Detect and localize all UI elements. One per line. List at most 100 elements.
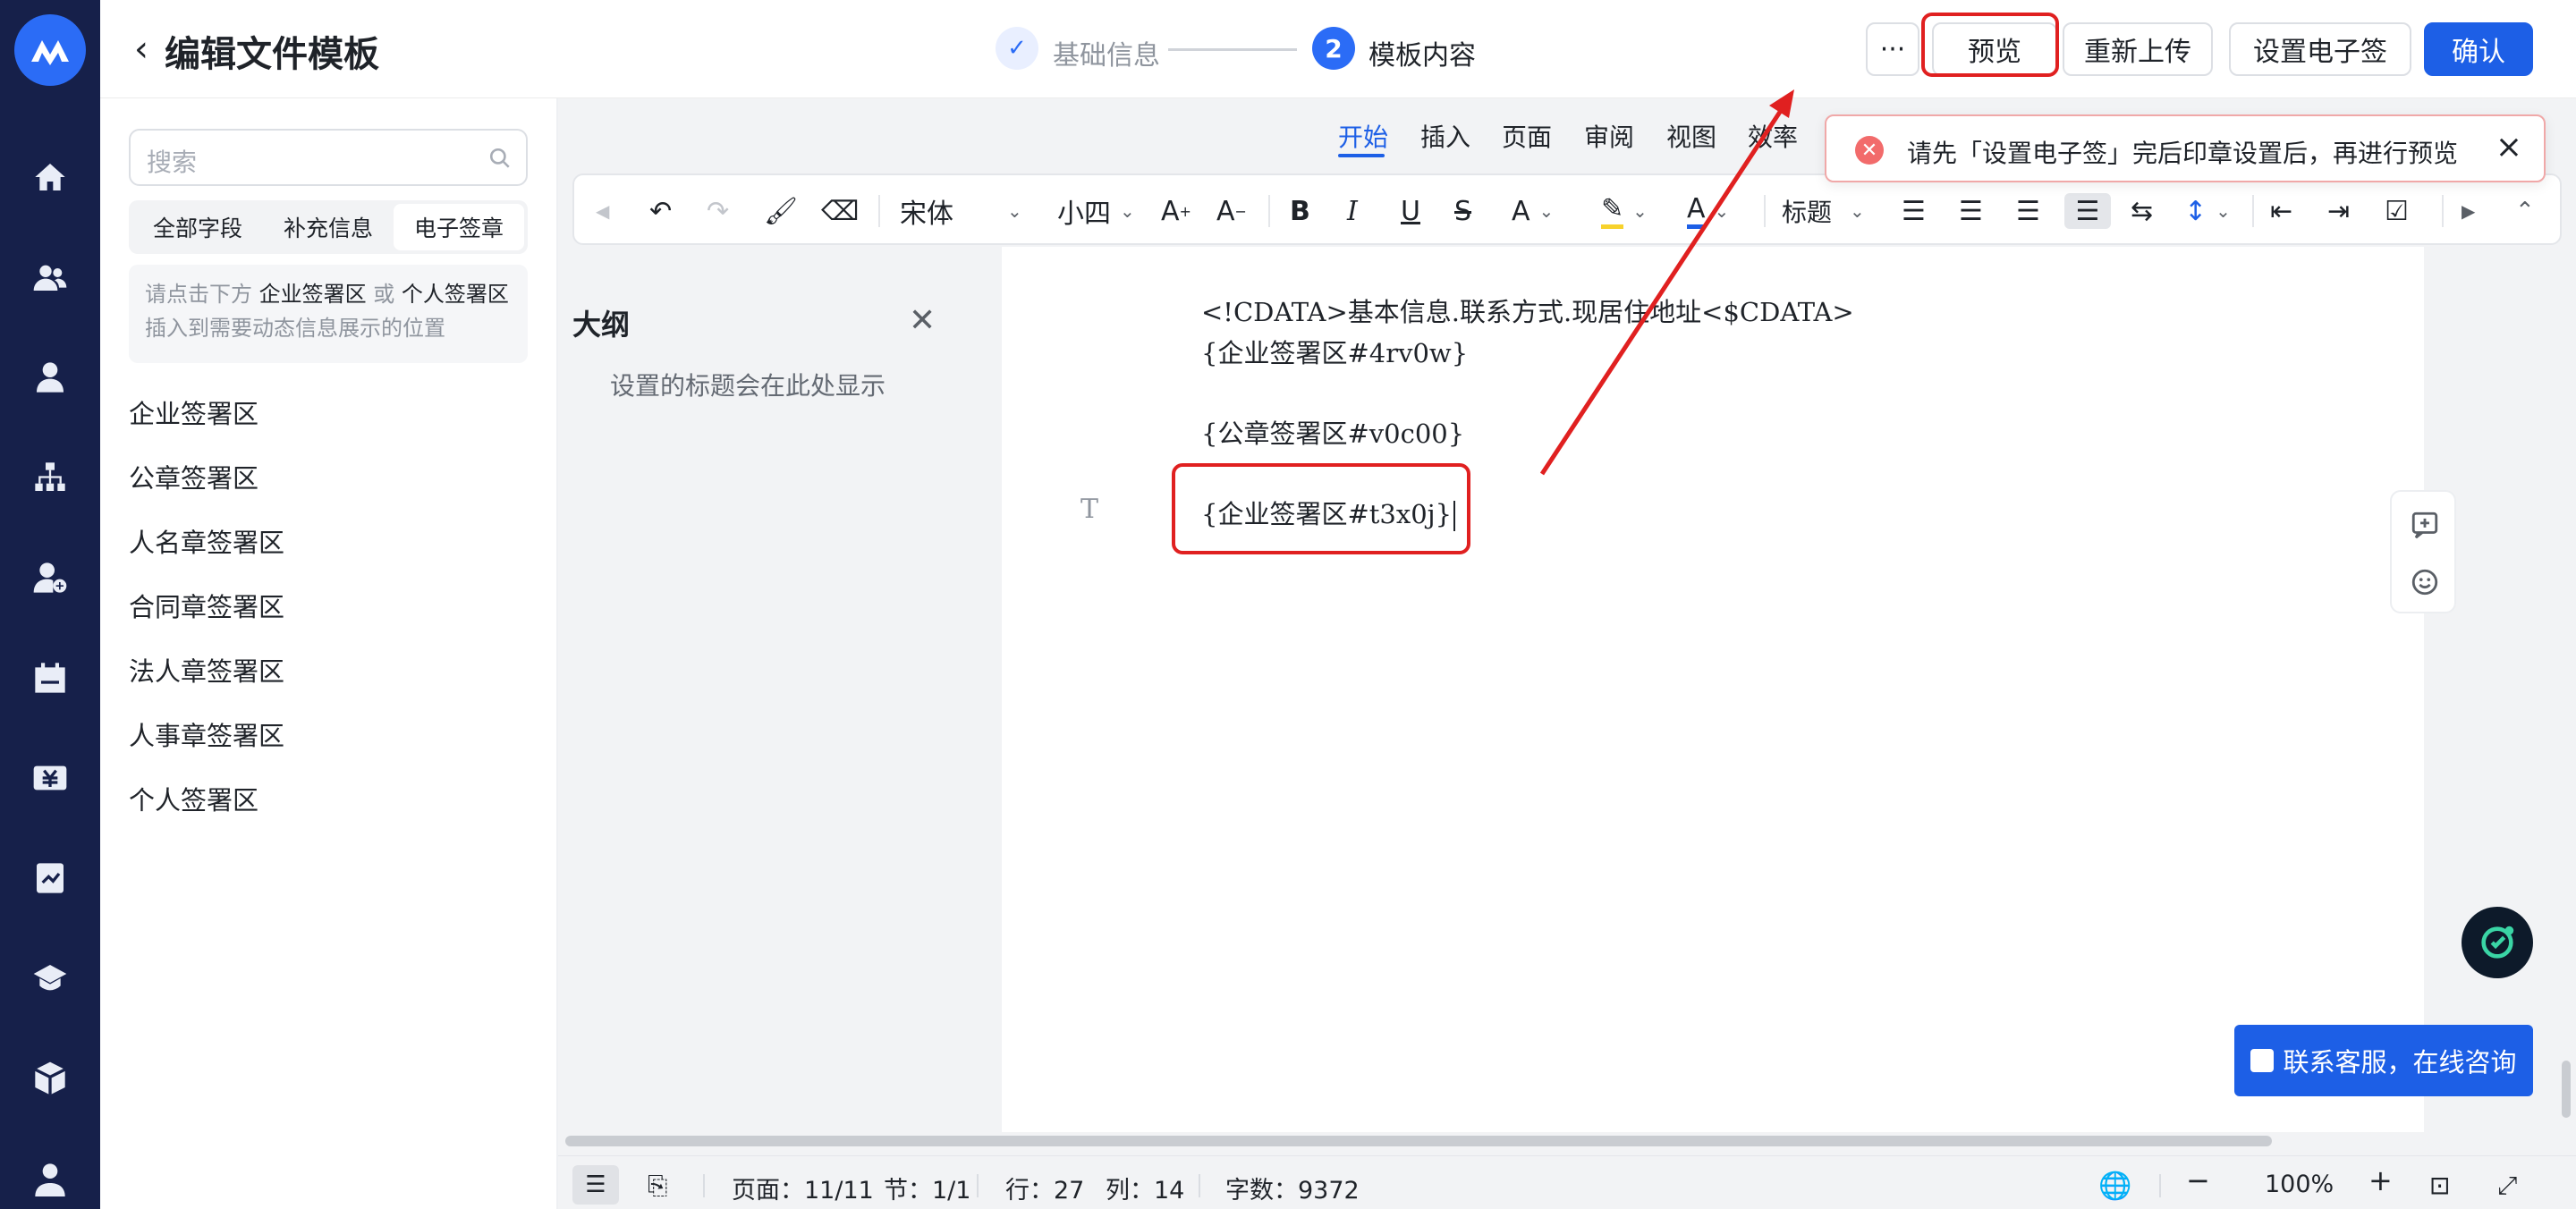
report-icon[interactable] [0, 850, 100, 907]
salary-icon[interactable] [0, 749, 100, 807]
ai-icon [2481, 926, 2514, 959]
highlight-color-icon[interactable]: ✎ ⌄ [1601, 193, 1648, 229]
tab-start[interactable]: 开始 [1338, 118, 1388, 154]
step-number: 2 [1312, 27, 1355, 70]
highlight-preview-box [1921, 13, 2059, 77]
scroll-left-icon[interactable]: ◀ [596, 193, 609, 229]
close-icon[interactable]: × [2496, 129, 2522, 165]
zoom-level[interactable]: 100% [2265, 1171, 2334, 1198]
doc-line[interactable]: <!CDATA>基本信息.联系方式.现居住地址<$CDATA> [1201, 292, 1854, 329]
increase-indent-icon[interactable]: ⇥ [2327, 193, 2350, 229]
calendar-icon[interactable] [0, 649, 100, 706]
word-count: 字数：9372 [1225, 1177, 1360, 1205]
support-button[interactable]: 联系客服，在线咨询 [2234, 1025, 2533, 1096]
divider [1764, 195, 1766, 227]
align-center-icon[interactable]: ☰ [1959, 193, 1983, 229]
fit-page-icon[interactable]: ⊡ [2429, 1171, 2450, 1200]
scroll-right-icon[interactable]: ▶ [2462, 193, 2475, 229]
app-sidebar [0, 0, 100, 1209]
tab-insert[interactable]: 插入 [1420, 118, 1470, 154]
emoji-icon[interactable] [2410, 567, 2440, 597]
text-effect-icon[interactable]: A ⌄ [1512, 193, 1554, 229]
package-icon[interactable] [0, 1050, 100, 1107]
align-right-icon[interactable]: ☰ [2016, 193, 2040, 229]
hint-text: 请点击下方 [145, 282, 259, 307]
line-spacing-icon[interactable]: ↕ ⌄ [2184, 193, 2231, 229]
chat-icon [2250, 1049, 2275, 1072]
zoom-out-icon[interactable]: − [2186, 1163, 2210, 1197]
strikethrough-icon[interactable]: S [1454, 193, 1471, 229]
reupload-button[interactable]: 重新上传 [2063, 22, 2213, 76]
checkbox-icon[interactable]: ☑ [2385, 193, 2409, 229]
row-indicator: 行：27 [1005, 1177, 1085, 1205]
back-icon[interactable]: ‹ [134, 29, 148, 70]
italic-icon[interactable]: I [1347, 193, 1358, 229]
font-color-icon[interactable]: A ⌄ [1687, 193, 1729, 229]
decrease-indent-icon[interactable]: ⇤ [2270, 193, 2292, 229]
segment-extra-info[interactable]: 补充信息 [263, 204, 394, 250]
doc-line[interactable]: {企业签署区#4rv0w} [1201, 333, 1468, 370]
app-logo[interactable] [14, 14, 86, 86]
training-icon[interactable] [0, 950, 100, 1007]
vertical-scrollbar[interactable] [2562, 1061, 2571, 1118]
collapse-toolbar-icon[interactable]: ⌃ [2515, 193, 2535, 229]
tab-view[interactable]: 视图 [1666, 118, 1716, 154]
segment-all-fields[interactable]: 全部字段 [132, 204, 263, 250]
home-icon[interactable] [0, 148, 100, 206]
org-chart-icon[interactable] [0, 449, 100, 506]
segment-esign[interactable]: 电子签章 [394, 204, 524, 250]
eraser-icon[interactable]: ⌫ [821, 193, 859, 229]
font-decrease-icon[interactable]: A − [1216, 193, 1247, 229]
add-comment-icon[interactable] [2410, 510, 2440, 540]
support-label: 联系客服，在线咨询 [2283, 1047, 2517, 1078]
error-icon: ✕ [1855, 136, 1884, 165]
underline-icon[interactable]: U [1401, 193, 1420, 229]
undo-icon[interactable]: ↶ [649, 193, 672, 229]
account-icon[interactable] [0, 1150, 100, 1207]
align-justify-icon[interactable]: ☰ [2064, 193, 2111, 229]
step-template-content[interactable]: 模板内容 [1368, 33, 1476, 72]
outline-toggle-icon[interactable]: ☰ [572, 1165, 619, 1205]
search-field[interactable]: 搜索 [129, 129, 528, 186]
divider [878, 195, 880, 227]
confirm-button[interactable]: 确认 [2424, 22, 2533, 76]
distributed-align-icon[interactable]: ⇆ [2131, 193, 2153, 229]
list-item[interactable]: 企业签署区 [129, 393, 258, 431]
document-page[interactable] [1002, 247, 2424, 1132]
more-button[interactable]: ··· [1866, 22, 1919, 76]
list-item[interactable]: 人事章签署区 [129, 715, 284, 753]
format-painter-icon[interactable]: 🖌 [764, 193, 798, 229]
bold-icon[interactable]: B [1290, 193, 1310, 229]
hint-keyword: 个人签署区 [401, 282, 509, 307]
horizontal-scrollbar[interactable] [565, 1136, 2272, 1146]
hint-keyword: 企业签署区 [258, 282, 367, 307]
list-item[interactable]: 人名章签署区 [129, 522, 284, 560]
user-add-icon[interactable] [0, 549, 100, 606]
page-layout-icon[interactable]: ⎘ [648, 1171, 667, 1201]
list-item[interactable]: 合同章签署区 [129, 587, 284, 624]
text-block-icon[interactable]: T [1080, 494, 1098, 525]
redo-icon[interactable]: ↷ [707, 193, 729, 229]
tab-page[interactable]: 页面 [1502, 118, 1552, 154]
fullscreen-icon[interactable]: ⤢ [2497, 1171, 2517, 1201]
font-family-select[interactable]: 宋体 ⌄ [900, 193, 1034, 230]
tab-review[interactable]: 审阅 [1584, 118, 1634, 154]
list-item[interactable]: 法人章签署区 [129, 651, 284, 689]
tab-efficiency[interactable]: 效率 [1748, 118, 1798, 154]
person-icon[interactable] [0, 349, 100, 406]
globe-icon[interactable]: 🌐 [2098, 1171, 2131, 1202]
hint-text: 插入到需要动态信息展示的位置 [145, 316, 445, 341]
team-icon[interactable] [0, 249, 100, 306]
esign-settings-button[interactable]: 设置电子签 [2229, 22, 2411, 76]
list-item[interactable]: 公章签署区 [129, 458, 258, 495]
heading-style-select[interactable]: 标题 ⌄ [1782, 193, 1865, 229]
font-increase-icon[interactable]: A + [1161, 193, 1191, 229]
close-icon[interactable]: ✕ [909, 302, 936, 339]
font-size-select[interactable]: 小四 ⌄ [1057, 193, 1135, 230]
zoom-in-icon[interactable]: + [2368, 1163, 2393, 1197]
align-left-icon[interactable]: ☰ [1902, 193, 1926, 229]
list-item[interactable]: 个人签署区 [129, 780, 258, 817]
doc-line[interactable]: {公章签署区#v0c00} [1201, 413, 1464, 451]
ai-assistant-button[interactable] [2462, 907, 2533, 978]
step-basic-info[interactable]: 基础信息 [1053, 33, 1160, 72]
